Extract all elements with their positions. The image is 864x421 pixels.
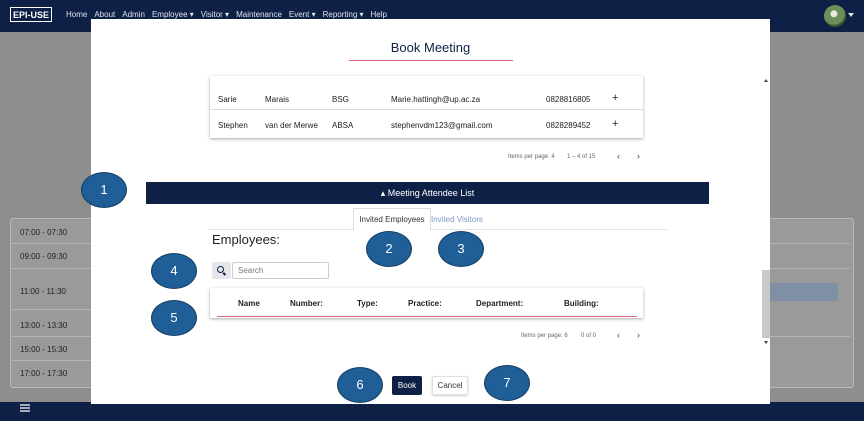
chevron-right-icon[interactable]: › <box>637 151 640 161</box>
scroll-down-arrow-icon[interactable] <box>764 341 768 344</box>
items-per-page-label[interactable]: Items per page: 4 <box>508 154 555 160</box>
booked-slot <box>770 283 838 301</box>
divider <box>770 336 850 337</box>
callout-5: 5 <box>151 300 197 336</box>
first-name-cell: Stephen <box>218 121 248 130</box>
cancel-button[interactable]: Cancel <box>432 376 468 395</box>
tab-invited-employees[interactable]: Invited Employees <box>353 208 431 230</box>
employees-heading: Employees: <box>212 232 280 247</box>
chevron-down-icon[interactable] <box>848 13 854 17</box>
meeting-attendee-list-toggle[interactable]: ▴ Meeting Attendee List <box>146 182 709 204</box>
chevron-left-icon[interactable]: ‹ <box>617 330 620 340</box>
callout-4: 4 <box>151 253 197 289</box>
email-cell: Marie.hattingh@up.ac.za <box>391 95 481 104</box>
column-header-type[interactable]: Type: <box>357 299 378 308</box>
row-divider <box>210 109 643 110</box>
visitor-contacts-table: Sarie Marais BSG Marie.hattingh@up.ac.za… <box>210 76 643 138</box>
modal-title: Book Meeting <box>390 40 471 55</box>
chevron-left-icon[interactable]: ‹ <box>617 151 620 161</box>
nav-employee[interactable]: Employee ▾ <box>152 10 194 19</box>
phone-cell: 0828289452 <box>546 121 591 130</box>
column-header-name[interactable]: Name <box>238 299 260 308</box>
nav-help[interactable]: Help <box>371 10 387 19</box>
add-icon[interactable]: + <box>612 92 618 104</box>
time-slot: 07:00 - 07:30 <box>20 228 68 237</box>
tabs-baseline <box>208 229 667 230</box>
time-slot: 09:00 - 09:30 <box>20 252 68 261</box>
invited-employees-table: Name Number: Type: Practice: Department:… <box>210 288 643 318</box>
app-icon[interactable] <box>18 404 32 413</box>
company-cell: BSG <box>332 95 349 104</box>
time-slot: 11:00 - 11:30 <box>20 287 66 296</box>
nav-reporting[interactable]: Reporting ▾ <box>323 10 364 19</box>
column-header-building[interactable]: Building: <box>564 299 599 308</box>
last-name-cell: van der Merwe <box>265 121 318 130</box>
bottom-bar <box>0 402 864 421</box>
time-slot: 13:00 - 13:30 <box>20 321 68 330</box>
time-slot: 15:00 - 15:30 <box>20 345 68 354</box>
divider <box>12 268 92 269</box>
user-avatar[interactable] <box>824 5 846 27</box>
pager-range: 0 of 0 <box>581 333 597 339</box>
svg-text:EPI-USE: EPI-USE <box>13 10 49 20</box>
nav-visitor[interactable]: Visitor ▾ <box>201 10 229 19</box>
nav-links: Home About Admin Employee ▾ Visitor ▾ Ma… <box>66 10 387 19</box>
column-header-practice[interactable]: Practice: <box>408 299 442 308</box>
divider <box>12 360 92 361</box>
phone-cell: 0828816805 <box>546 95 591 104</box>
search-input[interactable] <box>232 262 329 279</box>
callout-2: 2 <box>366 231 412 267</box>
first-name-cell: Sarie <box>218 95 237 104</box>
nav-event[interactable]: Event ▾ <box>289 10 316 19</box>
header-underline <box>217 316 637 317</box>
title-underline <box>349 60 513 61</box>
divider <box>12 336 92 337</box>
divider <box>770 268 850 269</box>
epi-use-logo[interactable]: EPI-USE <box>10 7 52 23</box>
nav-home[interactable]: Home <box>66 10 87 19</box>
nav-admin[interactable]: Admin <box>122 10 145 19</box>
callout-7: 7 <box>484 365 530 401</box>
chevron-right-icon[interactable]: › <box>637 330 640 340</box>
last-name-cell: Marais <box>265 95 290 104</box>
table-row: Stephen van der Merwe ABSA stephenvdm123… <box>210 113 643 139</box>
divider <box>12 243 92 244</box>
divider <box>770 243 850 244</box>
items-per-page-label[interactable]: Items per page: 6 <box>521 333 568 339</box>
nav-maintenance[interactable]: Maintenance <box>236 10 282 19</box>
tab-invited-visitors[interactable]: Invited Visitors <box>431 215 483 224</box>
email-cell: stephenvdm123@gmail.com <box>391 121 493 130</box>
time-slot: 17:00 - 17:30 <box>20 369 68 378</box>
book-meeting-modal: Book Meeting Sarie Marais BSG Marie.hatt… <box>91 19 770 404</box>
callout-3: 3 <box>438 231 484 267</box>
add-icon[interactable]: + <box>612 118 618 130</box>
scrollbar-thumb[interactable] <box>762 270 770 338</box>
callout-6: 6 <box>337 367 383 403</box>
nav-about[interactable]: About <box>94 10 115 19</box>
column-header-department[interactable]: Department: <box>476 299 523 308</box>
callout-1: 1 <box>81 172 127 208</box>
column-header-number[interactable]: Number: <box>290 299 323 308</box>
scroll-up-arrow-icon[interactable] <box>764 79 768 82</box>
divider <box>12 309 92 310</box>
company-cell: ABSA <box>332 121 354 130</box>
book-button[interactable]: Book <box>392 376 422 395</box>
pager-range: 1 – 4 of 15 <box>567 154 596 160</box>
